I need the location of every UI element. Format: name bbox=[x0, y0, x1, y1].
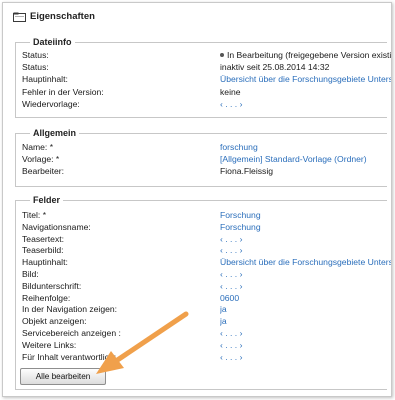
field-value-link[interactable]: ‹ . . . › bbox=[220, 340, 391, 351]
felder-row: Für Inhalt verantwortlich: ‹ . . . › bbox=[22, 352, 387, 363]
felder-row: In der Navigation zeigen: ja bbox=[22, 304, 387, 315]
felder-section: Felder Titel: * Forschung Navigationsname:… bbox=[15, 195, 391, 390]
dateiinfo-row: Wiedervorlage: ‹ . . . › bbox=[22, 99, 387, 110]
field-label: Teasertext: bbox=[22, 233, 65, 244]
allgemein-section: Allgemein Name: * forschung Vorlage: * [All… bbox=[15, 128, 387, 187]
field-value-link[interactable]: Übersicht über die Forschungsgebiete Unt… bbox=[220, 257, 391, 268]
field-label: Status: bbox=[22, 62, 49, 73]
dateiinfo-section: Dateiinfo Status: In Bearbeitung (freigeg… bbox=[15, 37, 391, 118]
field-label: Titel: * bbox=[22, 210, 47, 220]
felder-row: Teaserbild: ‹ . . . › bbox=[22, 245, 387, 256]
field-label: Fehler in der Version: bbox=[22, 86, 104, 97]
felder-row: Weitere Links: ‹ . . . › bbox=[22, 340, 387, 351]
properties-header: Eigenschaften bbox=[3, 3, 391, 27]
field-value-link[interactable]: ‹ . . . › bbox=[220, 234, 391, 245]
field-value-link[interactable]: ja bbox=[220, 304, 391, 315]
felder-row: Objekt anzeigen: ja bbox=[22, 316, 387, 327]
field-label: Bearbeiter: bbox=[22, 166, 65, 177]
field-value-link[interactable]: ‹ . . . › bbox=[220, 99, 391, 110]
field-value-link[interactable]: Forschung bbox=[220, 210, 391, 221]
field-label: Name: * bbox=[22, 142, 54, 152]
felder-row: Hauptinhalt: Übersicht über die Forschung… bbox=[22, 257, 391, 268]
field-value: keine bbox=[220, 86, 241, 97]
field-value-link[interactable]: Forschung bbox=[220, 222, 391, 233]
status-dot-icon bbox=[220, 53, 224, 57]
field-value-link[interactable]: ‹ . . . › bbox=[220, 281, 391, 292]
dateiinfo-legend: Dateiinfo bbox=[30, 37, 75, 47]
field-value: In Bearbeitung (freigegebene Version exi… bbox=[220, 50, 392, 61]
field-value-link[interactable]: ‹ . . . › bbox=[220, 245, 391, 256]
field-label: Objekt anzeigen: bbox=[22, 316, 87, 327]
field-label: Bild: bbox=[22, 269, 39, 279]
dateiinfo-row: Hauptinhalt: Übersicht über die Forschung… bbox=[22, 74, 391, 85]
field-label: Hauptinhalt: bbox=[22, 257, 68, 268]
field-label: Navigationsname: bbox=[22, 221, 91, 232]
felder-row: Titel: * Forschung bbox=[22, 210, 387, 221]
edit-all-button[interactable]: Alle bearbeiten bbox=[20, 368, 106, 385]
felder-row: Bildunterschrift: ‹ . . . › bbox=[22, 281, 387, 292]
felder-legend: Felder bbox=[30, 195, 64, 205]
field-label: Für Inhalt verantwortlich: bbox=[22, 351, 117, 362]
field-label: Reihenfolge: bbox=[22, 292, 71, 303]
dateiinfo-row: Status: inaktiv seit 25.08.2014 14:32 bbox=[22, 62, 387, 73]
field-value-link[interactable]: ‹ . . . › bbox=[220, 352, 391, 363]
field-value-link[interactable]: [Allgemein] Standard-Vorlage (Ordner) bbox=[220, 154, 391, 165]
status-text: In Bearbeitung (freigegebene Version exi… bbox=[227, 50, 392, 60]
field-label: In der Navigation zeigen: bbox=[22, 304, 118, 315]
allgemein-row: Name: * forschung bbox=[22, 142, 387, 153]
field-value-link[interactable]: ja bbox=[220, 316, 391, 327]
field-label: Teaserbild: bbox=[22, 245, 64, 256]
field-value-link[interactable]: ‹ . . . › bbox=[220, 269, 391, 280]
felder-row: Reihenfolge: 0600 bbox=[22, 293, 387, 304]
field-value: Fiona.Fleissig bbox=[220, 166, 274, 177]
field-label: Servicebereich anzeigen : bbox=[22, 328, 121, 338]
felder-row: Servicebereich anzeigen : ‹ . . . › bbox=[22, 328, 387, 339]
page-title: Eigenschaften bbox=[30, 11, 95, 22]
field-value-link[interactable]: forschung bbox=[220, 142, 391, 153]
felder-row: Bild: ‹ . . . › bbox=[22, 269, 387, 280]
folder-icon bbox=[13, 12, 26, 22]
dateiinfo-row: Fehler in der Version: keine bbox=[22, 87, 387, 98]
allgemein-row: Bearbeiter: Fiona.Fleissig bbox=[22, 166, 387, 177]
field-label: Wiedervorlage: bbox=[22, 98, 80, 109]
felder-row: Teasertext: ‹ . . . › bbox=[22, 234, 387, 245]
field-label: Vorlage: * bbox=[22, 154, 60, 165]
field-value: inaktiv seit 25.08.2014 14:32 bbox=[220, 62, 330, 73]
field-value-link[interactable]: Übersicht über die Forschungsgebiete Unt… bbox=[220, 74, 391, 85]
field-value-link[interactable]: 0600 bbox=[220, 293, 391, 304]
field-label: Weitere Links: bbox=[22, 339, 77, 350]
felder-row: Navigationsname: Forschung bbox=[22, 222, 387, 233]
allgemein-legend: Allgemein bbox=[30, 128, 80, 138]
field-label: Bildunterschrift: bbox=[22, 280, 82, 291]
field-value-link[interactable]: ‹ . . . › bbox=[220, 328, 391, 339]
dateiinfo-row: Status: In Bearbeitung (freigegebene Vers… bbox=[22, 50, 391, 61]
field-label: Status: bbox=[22, 50, 49, 60]
properties-window: Eigenschaften Dateiinfo Status: In Bearbe… bbox=[2, 2, 392, 397]
allgemein-row: Vorlage: * [Allgemein] Standard-Vorlage (… bbox=[22, 154, 387, 165]
field-label: Hauptinhalt: bbox=[22, 74, 68, 85]
